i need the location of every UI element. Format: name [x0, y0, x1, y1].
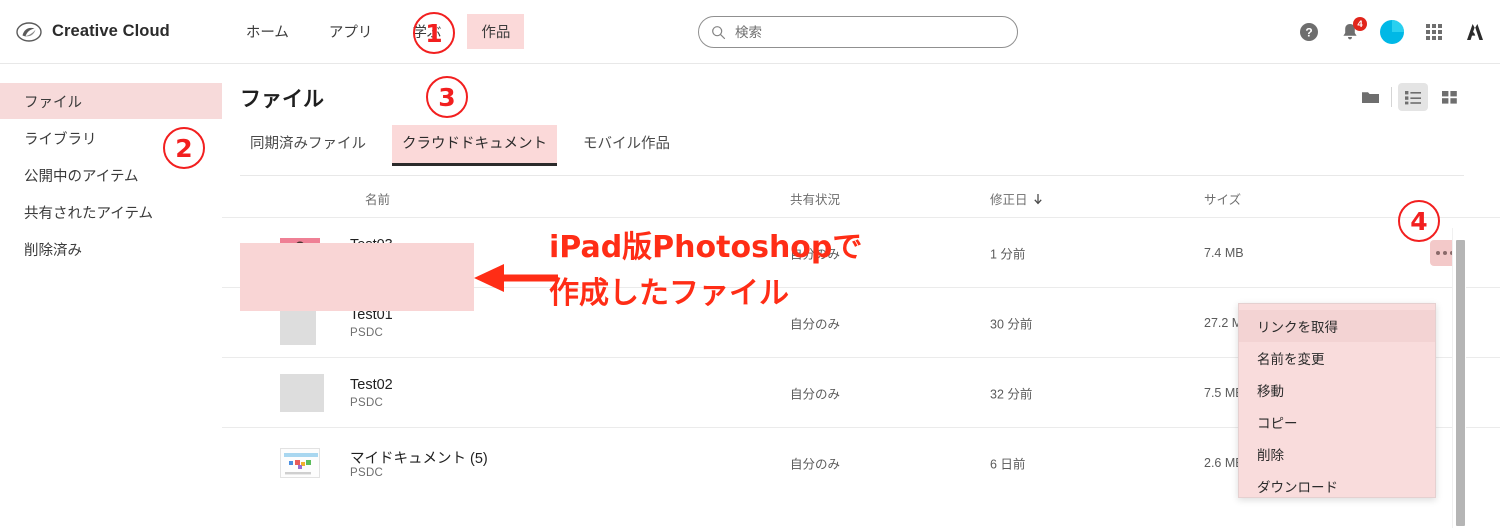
context-menu-item-rename[interactable]: 名前を変更: [1239, 342, 1435, 374]
tab-bar: 同期済みファイル クラウドドキュメント モバイル作品: [240, 125, 696, 166]
search-input[interactable]: [735, 24, 1005, 40]
file-type: PSDC: [350, 257, 384, 269]
file-name: Test01: [350, 307, 393, 323]
top-header: Creative Cloud ホーム アプリ 学ぶ 作品 ?: [0, 0, 1500, 71]
file-thumbnail: [280, 300, 316, 345]
creative-cloud-files-page: Creative Cloud ホーム アプリ 学ぶ 作品 ?: [0, 0, 1500, 528]
arrow-down-icon: [1033, 193, 1042, 204]
grid-view-button[interactable]: [1434, 83, 1464, 111]
file-modified: 1 分前: [990, 247, 1026, 261]
column-header-modified[interactable]: 修正日: [990, 189, 1043, 208]
notifications-bell-icon[interactable]: 4: [1339, 17, 1367, 43]
context-menu-item-download[interactable]: ダウンロード: [1239, 470, 1435, 502]
file-type: PSDC: [350, 397, 384, 409]
file-type: PSDC: [350, 467, 384, 479]
search-icon: [712, 25, 726, 39]
file-type: PSDC: [350, 327, 384, 339]
nav-item-apps[interactable]: アプリ: [315, 14, 387, 49]
sidebar-item-published[interactable]: 公開中のアイテム: [0, 157, 222, 193]
tab-synced-files[interactable]: 同期済みファイル: [240, 125, 376, 166]
page-title: ファイル: [240, 88, 324, 111]
nav-item-home[interactable]: ホーム: [232, 14, 303, 49]
file-share-status: 自分のみ: [790, 457, 841, 471]
header-tools: ? 4: [1298, 0, 1486, 64]
search-box[interactable]: [698, 16, 1018, 48]
file-thumbnail: [280, 373, 324, 412]
context-menu: リンクを取得 名前を変更 移動 コピー 削除 ダウンロード: [1238, 303, 1436, 498]
table-row[interactable]: Test03 PSDC 自分のみ 1 分前 7.4 MB: [222, 217, 1500, 287]
file-thumbnail: [280, 237, 320, 268]
sidebar-item-deleted[interactable]: 削除済み: [0, 231, 222, 267]
adobe-logo-icon[interactable]: [1464, 21, 1486, 43]
notification-badge: 4: [1353, 17, 1367, 31]
file-share-status: 自分のみ: [790, 317, 841, 331]
tab-cloud-documents[interactable]: クラウドドキュメント: [392, 125, 557, 166]
context-menu-item-copy[interactable]: コピー: [1239, 406, 1435, 438]
nav-item-learn[interactable]: 学ぶ: [398, 14, 455, 49]
view-toggle-group: [1355, 83, 1464, 111]
grid-view-icon: [1441, 91, 1457, 104]
file-name: Test02: [350, 377, 393, 393]
column-header-modified-label: 修正日: [990, 193, 1028, 207]
column-header-name[interactable]: 名前: [365, 189, 390, 208]
file-thumbnail: [280, 447, 320, 478]
column-header-size[interactable]: サイズ: [1204, 189, 1241, 208]
file-name: Test03: [350, 237, 393, 253]
list-view-button[interactable]: [1398, 83, 1428, 111]
folder-icon: [1361, 92, 1379, 103]
sidebar-item-shared[interactable]: 共有されたアイテム: [0, 194, 222, 230]
nav-item-works[interactable]: 作品: [467, 14, 525, 71]
context-menu-item-move[interactable]: 移動: [1239, 374, 1435, 406]
brand[interactable]: Creative Cloud: [16, 19, 170, 45]
context-menu-item-get-link[interactable]: リンクを取得: [1239, 310, 1435, 342]
tab-divider: [240, 175, 1464, 176]
help-icon[interactable]: ?: [1298, 21, 1320, 43]
file-modified: 6 日前: [990, 457, 1026, 471]
table-header-row: 名前 共有状況 修正日 サイズ: [222, 177, 1500, 217]
scrollbar-thumb[interactable]: [1456, 240, 1465, 526]
file-share-status: 自分のみ: [790, 387, 841, 401]
new-folder-button[interactable]: [1355, 83, 1385, 111]
main-nav: ホーム アプリ 学ぶ 作品: [232, 0, 537, 71]
file-share-status: 自分のみ: [790, 247, 841, 261]
search-container: [698, 16, 1018, 48]
file-size: 7.4 MB: [1204, 245, 1244, 260]
app-grid-icon[interactable]: [1423, 21, 1445, 43]
context-menu-item-delete[interactable]: 削除: [1239, 438, 1435, 470]
file-modified: 30 分前: [990, 317, 1033, 331]
tab-mobile-works[interactable]: モバイル作品: [573, 125, 680, 166]
avatar[interactable]: [1380, 20, 1404, 44]
file-modified: 32 分前: [990, 387, 1033, 401]
column-header-share[interactable]: 共有状況: [790, 189, 840, 208]
svg-text:?: ?: [1305, 26, 1312, 40]
list-view-icon: [1405, 91, 1421, 105]
sidebar: ファイル ライブラリ 公開中のアイテム 共有されたアイテム 削除済み: [0, 65, 222, 528]
creative-cloud-logo-icon: [16, 21, 42, 42]
brand-name: Creative Cloud: [52, 22, 170, 40]
file-name: マイドキュメント (5): [350, 451, 488, 467]
sidebar-item-files[interactable]: ファイル: [0, 83, 222, 119]
sidebar-item-libraries[interactable]: ライブラリ: [0, 120, 222, 156]
